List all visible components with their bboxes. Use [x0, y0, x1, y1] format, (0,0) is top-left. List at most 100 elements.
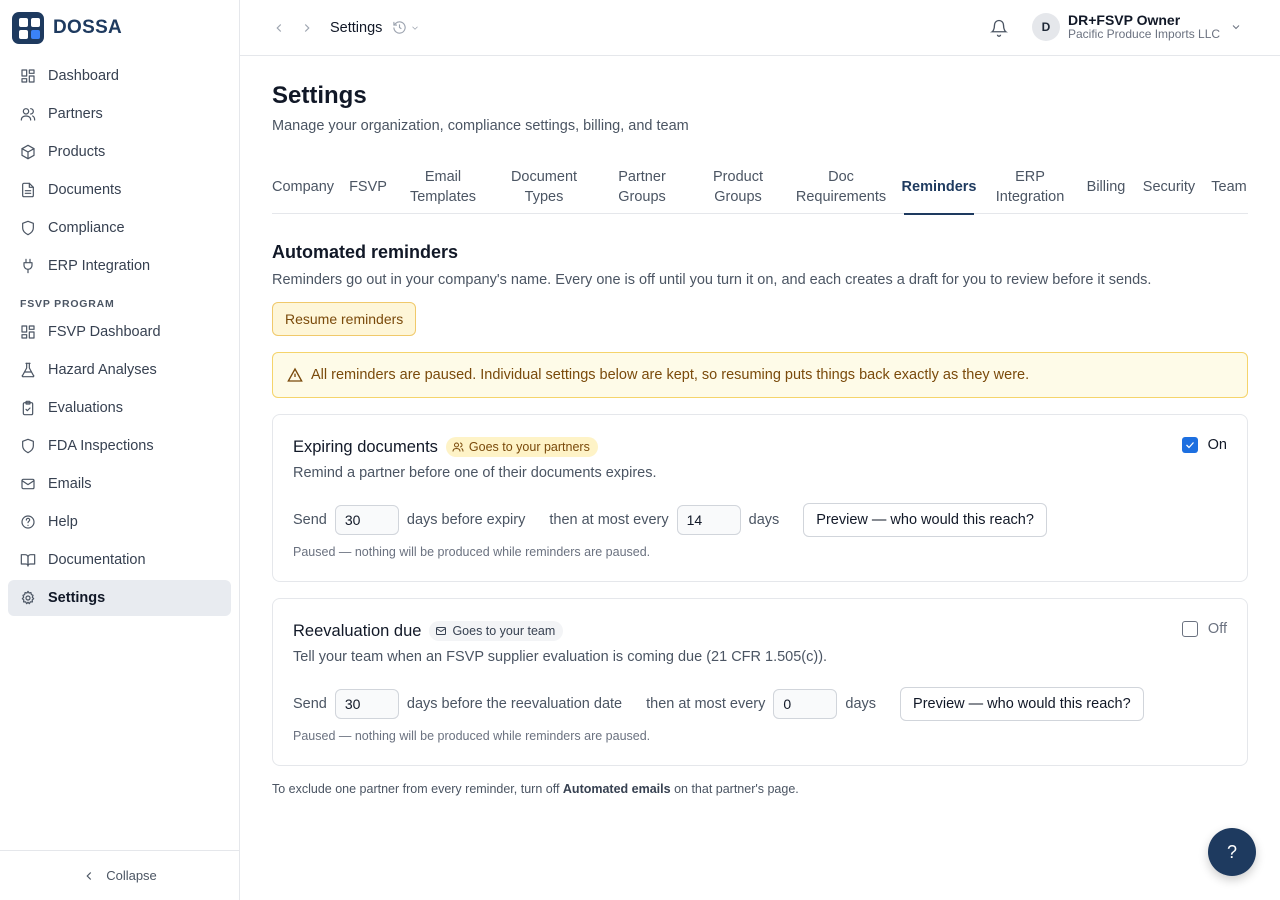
alert-text: All reminders are paused. Individual set… [311, 367, 1030, 383]
flask-icon [21, 362, 35, 378]
brand[interactable]: DOSSA [0, 0, 239, 56]
tab-reminders[interactable]: Reminders [902, 160, 976, 215]
dashboard-icon [21, 69, 35, 83]
sidebar-item-compliance[interactable]: Compliance [8, 210, 231, 246]
toggle-label: Off [1207, 621, 1227, 637]
enable-toggle[interactable]: Off [1181, 621, 1227, 637]
tab-security[interactable]: Security [1140, 160, 1198, 214]
users-icon [20, 108, 36, 121]
sidebar: DOSSA Dashboard Partners Products Docume… [0, 0, 240, 900]
history-icon [393, 21, 407, 34]
sidebar-item-evaluations[interactable]: Evaluations [8, 390, 231, 426]
resume-reminders-button[interactable]: Resume reminders [272, 302, 417, 336]
reminder-card-expiring-documents: Expiring documents Goes to your partners… [272, 414, 1248, 582]
clipboard-icon [22, 400, 34, 416]
tab-company[interactable]: Company [272, 160, 334, 214]
tab-doc-requirements[interactable]: Doc Requirements [792, 160, 890, 214]
page-title: Settings [272, 82, 367, 109]
plug-icon [23, 258, 33, 274]
footnote-bold: Automated emails [562, 782, 671, 796]
sidebar-item-fsvp-dashboard[interactable]: FSVP Dashboard [8, 314, 231, 350]
bell-icon[interactable] [990, 19, 1008, 37]
sidebar-item-settings[interactable]: Settings [8, 580, 231, 616]
every-days-input[interactable]: 14 [676, 505, 741, 535]
sidebar-item-label: ERP Integration [48, 258, 151, 274]
sidebar-item-partners[interactable]: Partners [8, 96, 231, 132]
footnote: To exclude one partner from every remind… [272, 782, 799, 796]
schedule-row: Send 30 days before expiry then at most … [293, 503, 1047, 537]
sidebar-item-emails[interactable]: Emails [8, 466, 231, 502]
users-icon [452, 442, 464, 452]
card-description: Tell your team when an FSVP supplier eva… [293, 649, 828, 665]
user-org: Pacific Produce Imports LLC [1068, 27, 1221, 42]
forward-arrow-icon[interactable] [300, 21, 314, 35]
days-before-input[interactable]: 30 [334, 505, 399, 535]
help-fab-button[interactable]: ? [1208, 828, 1256, 876]
every-label: then at most every [549, 512, 669, 528]
schedule-row: Send 30 days before the reevaluation dat… [293, 687, 1144, 721]
tab-billing[interactable]: Billing [1084, 160, 1128, 214]
reminder-card-reevaluation-due: Reevaluation due Goes to your team Off T… [272, 598, 1248, 766]
sidebar-item-products[interactable]: Products [8, 134, 231, 170]
chevron-down-icon [1232, 25, 1240, 30]
card-title: Expiring documents [293, 437, 438, 456]
sidebar-item-help[interactable]: Help [8, 504, 231, 540]
brand-name: DOSSA [53, 17, 123, 38]
tab-email-templates[interactable]: Email Templates [402, 160, 484, 214]
sidebar-item-documentation[interactable]: Documentation [8, 542, 231, 578]
back-arrow-icon[interactable] [272, 21, 286, 35]
checkbox-checked[interactable] [1181, 437, 1198, 453]
history-button[interactable] [392, 20, 420, 35]
preview-button[interactable]: Preview — who would this reach? [803, 503, 1047, 537]
toggle-label: On [1207, 437, 1227, 453]
breadcrumb: Settings [330, 19, 383, 36]
user-menu[interactable]: D DR+FSVP Owner Pacific Produce Imports … [1032, 12, 1242, 42]
sidebar-item-dashboard[interactable]: Dashboard [8, 58, 231, 94]
topbar: Settings D DR+FSVP Owner Pacific Produce… [240, 0, 1280, 56]
collapse-button[interactable]: Collapse [0, 850, 239, 900]
section-title: Automated reminders [272, 242, 459, 262]
sidebar-item-label: Settings [48, 590, 106, 606]
paused-alert: All reminders are paused. Individual set… [272, 352, 1248, 398]
section-description: Reminders go out in your company's name.… [272, 272, 1152, 288]
book-icon [20, 554, 36, 567]
days-before-input[interactable]: 30 [334, 689, 399, 719]
footnote-pre: To exclude one partner from every remind… [272, 782, 560, 796]
send-label: Send [293, 696, 327, 712]
sidebar-item-erp-integration[interactable]: ERP Integration [8, 248, 231, 284]
tab-team[interactable]: Team [1210, 160, 1248, 214]
tab-document-types[interactable]: Document Types [500, 160, 588, 214]
badge-label: Goes to your partners [468, 440, 590, 454]
shield-icon [22, 438, 34, 454]
footnote-post: on that partner's page. [674, 782, 799, 796]
tab-product-groups[interactable]: Product Groups [696, 160, 780, 214]
settings-tabs: Company FSVP Email Templates Document Ty… [272, 160, 1248, 215]
tab-fsvp[interactable]: FSVP [349, 160, 387, 214]
checkbox-unchecked[interactable] [1181, 621, 1198, 637]
sidebar-item-label: Emails [48, 476, 92, 492]
paused-note: Paused — nothing will be produced while … [293, 545, 651, 559]
mail-icon [436, 627, 447, 635]
badge-label: Goes to your team [452, 624, 556, 638]
sidebar-item-label: Documents [48, 182, 122, 198]
sidebar-item-label: Compliance [48, 220, 125, 236]
sidebar-item-label: Partners [48, 106, 103, 122]
sidebar-item-documents[interactable]: Documents [8, 172, 231, 208]
page-subtitle: Manage your organization, compliance set… [272, 118, 689, 134]
chevron-down-icon [412, 25, 419, 30]
send-label: Send [293, 512, 327, 528]
enable-toggle[interactable]: On [1181, 437, 1227, 453]
mail-icon [21, 478, 35, 490]
every-days-input[interactable]: 0 [773, 689, 838, 719]
tab-partner-groups[interactable]: Partner Groups [604, 160, 680, 214]
shield-icon [22, 220, 34, 236]
sidebar-item-hazard-analyses[interactable]: Hazard Analyses [8, 352, 231, 388]
card-title-row: Expiring documents Goes to your partners [293, 437, 598, 457]
card-title: Reevaluation due [293, 621, 422, 640]
audience-badge: Goes to your partners [445, 437, 598, 457]
sidebar-item-fda-inspections[interactable]: FDA Inspections [8, 428, 231, 464]
preview-button[interactable]: Preview — who would this reach? [900, 687, 1144, 721]
tab-erp-integration[interactable]: ERP Integration [990, 160, 1070, 214]
sidebar-item-label: Help [48, 514, 78, 530]
paused-note: Paused — nothing will be produced while … [293, 729, 651, 743]
